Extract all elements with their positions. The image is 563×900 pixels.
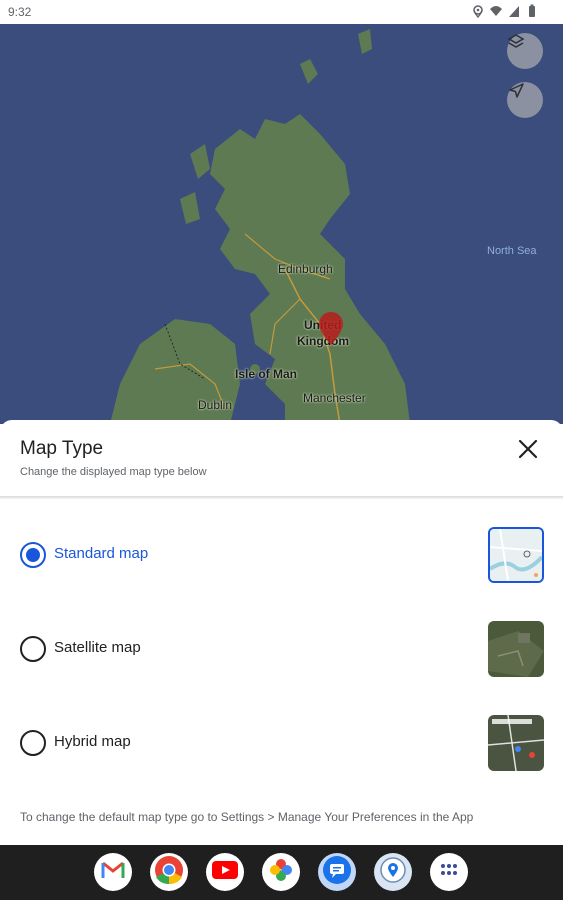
satellite-map-label[interactable]: Satellite map [54,639,141,656]
map-label-dublin: Dublin [198,398,233,412]
map-label-north-sea: North Sea [487,245,537,257]
status-icons [471,4,539,19]
map-label-manchester: Manchester [303,391,366,405]
hybrid-map-radio[interactable] [20,730,46,756]
gmail-app[interactable] [94,853,132,891]
map-view[interactable]: Edinburgh United Kingdom Isle of Man Man… [0,24,563,424]
hybrid-map-thumbnail[interactable] [488,715,544,771]
map-graphic [110,29,410,424]
photos-icon [268,857,294,888]
option-standard-map[interactable]: Standard map [0,525,563,585]
sheet-title: Map Type [20,438,104,459]
my-location-button[interactable] [507,82,543,118]
status-time: 9:32 [8,5,32,19]
chrome-app[interactable] [150,853,188,891]
standard-map-thumbnail[interactable] [488,527,544,583]
option-hybrid-map[interactable]: Hybrid map [0,713,563,773]
layers-button[interactable] [507,33,543,69]
maps-app[interactable] [374,853,412,891]
signal-icon [507,4,521,18]
map-label-isle-of-man: Isle of Man [235,367,298,381]
sheet-subtitle: Change the displayed map type below [20,466,207,478]
default-map-type-note: To change the default map type go to Set… [20,810,474,824]
app-dock [0,845,563,900]
close-button[interactable] [515,436,541,462]
standard-map-radio[interactable] [20,542,46,568]
wifi-icon [489,4,503,18]
messages-icon [322,855,352,890]
satellite-map-thumbnail[interactable] [488,621,544,677]
location-icon [471,4,485,19]
option-satellite-map[interactable]: Satellite map [0,619,563,679]
gmail-icon [101,861,125,884]
messages-app[interactable] [318,853,356,891]
photos-app[interactable] [262,853,300,891]
satellite-map-radio[interactable] [20,636,46,662]
battery-icon [525,4,539,18]
app-drawer[interactable] [430,853,468,891]
status-bar: 9:32 [0,0,563,24]
close-icon [515,439,541,466]
youtube-icon [212,860,238,884]
hybrid-map-label[interactable]: Hybrid map [54,733,131,750]
app-drawer-icon [439,863,459,882]
map-marker-pin[interactable] [318,312,344,346]
standard-map-label[interactable]: Standard map [54,545,148,562]
map-label-edinburgh: Edinburgh [278,262,333,276]
youtube-app[interactable] [206,853,244,891]
chrome-icon [154,855,184,890]
sheet-divider [0,496,563,499]
map-type-sheet: Map Type Change the displayed map type b… [0,420,563,845]
maps-app-icon [380,856,406,888]
